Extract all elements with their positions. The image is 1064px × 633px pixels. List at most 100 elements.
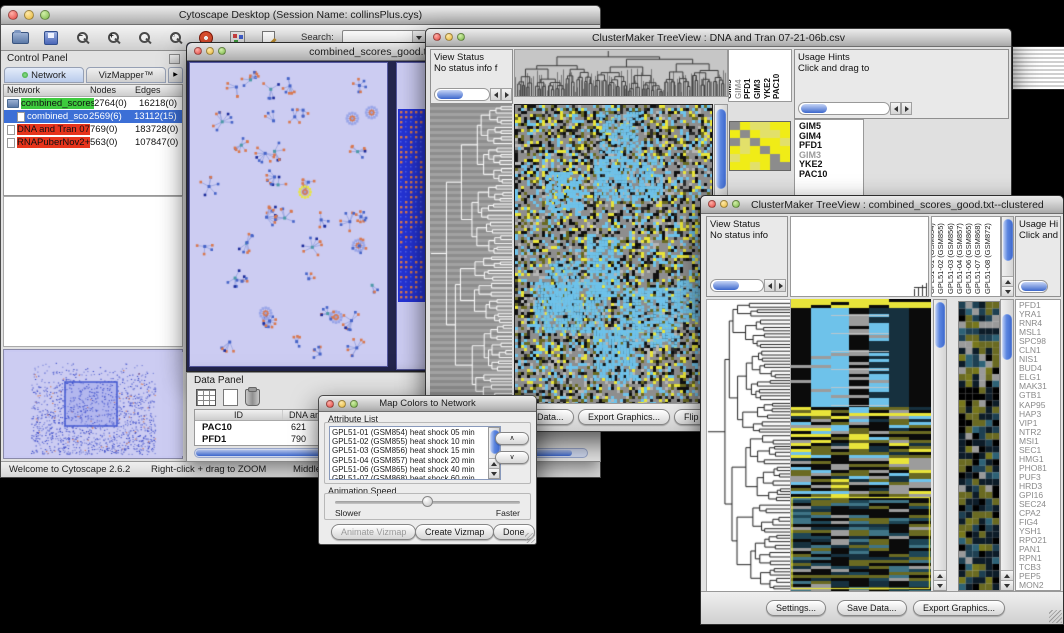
- select-attributes-icon[interactable]: [196, 389, 216, 406]
- close-icon[interactable]: [8, 10, 18, 20]
- scrollbar-thumb[interactable]: [1003, 219, 1013, 261]
- column-label[interactable]: PAC10: [780, 50, 790, 101]
- scroll-down-icon[interactable]: [489, 468, 499, 478]
- network-table-row[interactable]: DNA and Tran 07 769(0) 183728(0): [4, 123, 182, 136]
- zoom-window-icon[interactable]: [457, 33, 465, 41]
- zoom-window-icon[interactable]: [732, 200, 740, 208]
- scroll-down-icon[interactable]: [934, 580, 946, 590]
- scroll-down-icon[interactable]: [1002, 286, 1013, 296]
- zoom-window-icon[interactable]: [40, 10, 50, 20]
- scrollbar-thumb[interactable]: [1002, 314, 1012, 360]
- gene-label[interactable]: PAC10: [799, 170, 863, 180]
- create-vizmap-button[interactable]: Create Vizmap: [415, 524, 494, 540]
- zoomed-heatmap-vscrollbar[interactable]: [1000, 299, 1014, 591]
- column-labels-vscrollbar[interactable]: [1001, 216, 1014, 297]
- scrollbar-thumb[interactable]: [935, 302, 945, 348]
- view-status-panel: View Status No status info: [706, 216, 788, 297]
- column-label[interactable]: GPL51-08 (GSM872): [991, 217, 1000, 296]
- row-dendrogram-canvas[interactable]: [706, 299, 791, 593]
- attribute-item[interactable]: GPL51-02 (GSM855) heat shock 10 min: [332, 437, 500, 446]
- network-table-row[interactable]: RNAPuberNov2+! 563(0) 107847(0): [4, 136, 182, 149]
- move-down-button[interactable]: ∨: [495, 451, 529, 464]
- hscrollbar[interactable]: [1018, 280, 1048, 293]
- minimize-icon[interactable]: [338, 400, 346, 408]
- scroll-left-icon[interactable]: [490, 88, 501, 101]
- network-table-header[interactable]: Network Nodes Edges: [4, 85, 182, 97]
- speed-slider[interactable]: [335, 501, 520, 504]
- network-table-row[interactable]: combined_sco 2569(6) 13112(15): [4, 110, 182, 123]
- delete-attribute-icon[interactable]: [245, 389, 260, 406]
- heatmap-canvas[interactable]: [514, 104, 713, 405]
- attribute-item[interactable]: GPL51-03 (GSM856) heat shock 15 min: [332, 446, 500, 455]
- treeview1-titlebar[interactable]: ClusterMaker TreeView : DNA and Tran 07-…: [426, 29, 1011, 47]
- dialog-titlebar[interactable]: Map Colors to Network: [319, 396, 536, 412]
- gene-name[interactable]: MON2: [1019, 581, 1060, 590]
- treeview1-title: ClusterMaker TreeView : DNA and Tran 07-…: [426, 29, 1011, 47]
- save-icon[interactable]: [40, 29, 62, 47]
- resize-grip-icon[interactable]: [1049, 610, 1062, 623]
- network-canvas[interactable]: [189, 62, 388, 367]
- birdseye-canvas[interactable]: [5, 352, 183, 456]
- birdseye-view[interactable]: [3, 349, 183, 459]
- tv2-export-graphics-button[interactable]: Export Graphics...: [913, 600, 1005, 616]
- dense-network-grid-canvas[interactable]: [398, 109, 427, 302]
- tv2-save-data-button[interactable]: Save Data...: [837, 600, 907, 616]
- slider-thumb[interactable]: [422, 496, 433, 507]
- zoom-in-icon[interactable]: +: [102, 29, 124, 47]
- attribute-item[interactable]: GPL51-01 (GSM854) heat shock 05 min: [332, 428, 500, 437]
- zoom-out-icon[interactable]: −: [71, 29, 93, 47]
- tab-network[interactable]: Network: [4, 67, 84, 83]
- close-icon[interactable]: [708, 200, 716, 208]
- close-icon[interactable]: [433, 33, 441, 41]
- treeview2-titlebar[interactable]: ClusterMaker TreeView : combined_scores_…: [701, 196, 1063, 214]
- column-dendrogram-canvas[interactable]: [514, 49, 728, 97]
- minimize-icon[interactable]: [445, 33, 453, 41]
- new-attribute-icon[interactable]: [223, 389, 238, 406]
- zoom-selected-icon[interactable]: ▫: [164, 29, 186, 47]
- animate-vizmap-button[interactable]: Animate Vizmap: [331, 524, 416, 540]
- scroll-right-icon[interactable]: [775, 279, 786, 292]
- zoom-window-icon[interactable]: [218, 47, 226, 55]
- move-up-button[interactable]: ∧: [495, 432, 529, 445]
- tv1-export-graphics-button[interactable]: Export Graphics...: [578, 409, 670, 425]
- minimize-icon[interactable]: [24, 10, 34, 20]
- row-dendrogram-canvas[interactable]: [430, 104, 512, 403]
- minimize-icon[interactable]: [206, 47, 214, 55]
- scroll-up-icon[interactable]: [1002, 276, 1013, 286]
- open-file-icon[interactable]: [9, 29, 31, 47]
- column-dendrogram-canvas[interactable]: [791, 217, 928, 296]
- scroll-up-icon[interactable]: [1001, 570, 1013, 580]
- scroll-left-icon[interactable]: [764, 279, 775, 292]
- scroll-right-icon[interactable]: [901, 102, 912, 115]
- scroll-up-icon[interactable]: [934, 570, 946, 580]
- scroll-left-icon[interactable]: [890, 102, 901, 115]
- tab-overflow-button[interactable]: ▶: [168, 67, 183, 83]
- tab-vizmapper[interactable]: VizMapper™: [86, 67, 166, 83]
- minimize-icon[interactable]: [720, 200, 728, 208]
- attribute-item[interactable]: GPL51-04 (GSM857) heat shock 20 min: [332, 456, 500, 465]
- zoom-window-icon[interactable]: [350, 400, 358, 408]
- gene-name-list: PFD1YRA1RNR4MSL1SPC98CLN1NIS1BUD4ELG1MAK…: [1015, 299, 1061, 591]
- hscrollbar[interactable]: [710, 279, 764, 292]
- column-dendrogram-panel[interactable]: [790, 216, 929, 297]
- search-input[interactable]: [343, 33, 412, 43]
- zoomed-heatmap-canvas[interactable]: [958, 301, 1000, 591]
- scroll-right-icon[interactable]: [501, 88, 512, 101]
- hscrollbar[interactable]: [798, 102, 890, 115]
- tv2-settings-button[interactable]: Settings...: [766, 600, 826, 616]
- attribute-item[interactable]: GPL51-07 (GSM868) heat shock 60 min: [332, 474, 500, 480]
- panel-float-icon[interactable]: [169, 54, 180, 64]
- scrollbar-thumb[interactable]: [716, 109, 726, 189]
- main-titlebar[interactable]: Cytoscape Desktop (Session Name: collins…: [1, 6, 600, 25]
- heatmap-canvas[interactable]: [791, 299, 931, 591]
- network-table-row[interactable]: combined_scores 2764(0) 16218(0): [4, 97, 182, 110]
- attribute-item[interactable]: GPL51-06 (GSM865) heat shock 40 min: [332, 465, 500, 474]
- close-icon[interactable]: [326, 400, 334, 408]
- heatmap-vscrollbar[interactable]: [933, 299, 947, 591]
- zoom-fit-icon[interactable]: [133, 29, 155, 47]
- mini-heatmap-canvas[interactable]: [729, 121, 791, 171]
- resize-grip-icon[interactable]: [525, 533, 535, 543]
- close-icon[interactable]: [194, 47, 202, 55]
- hscrollbar[interactable]: [434, 88, 490, 101]
- scroll-down-icon[interactable]: [1001, 580, 1013, 590]
